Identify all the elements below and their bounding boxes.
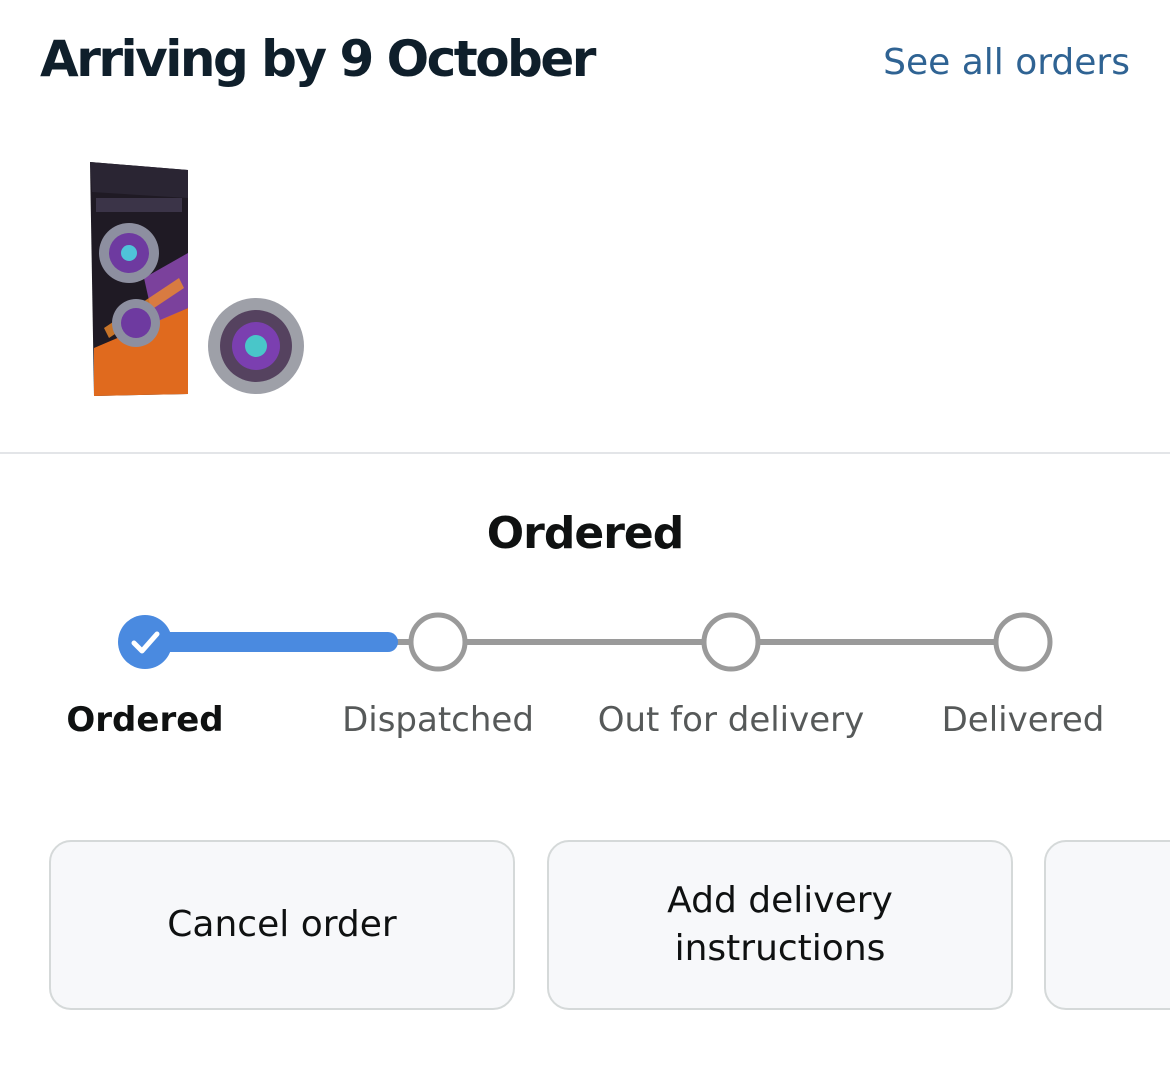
step-marker-delivered	[993, 612, 1053, 672]
page-title: Arriving by 9 October	[40, 30, 596, 88]
step-label-delivered: Delivered	[941, 700, 1105, 740]
cancel-order-label: Cancel order	[167, 904, 397, 945]
add-delivery-instructions-button[interactable]: Add delivery instructions	[547, 840, 1013, 1010]
delivery-progress-tracker	[118, 612, 1053, 672]
step-marker-dispatched	[408, 612, 468, 672]
more-actions-button[interactable]	[1044, 840, 1170, 1010]
add-delivery-instructions-label: Add delivery instructions	[667, 880, 893, 969]
step-marker-ordered	[118, 615, 172, 669]
step-label-dispatched: Dispatched	[342, 700, 534, 740]
order-tracking-page: Arriving by 9 October See all orders Ord…	[0, 0, 1170, 1065]
cancel-order-button[interactable]: Cancel order	[49, 840, 515, 1010]
step-label-out-for-delivery: Out for delivery	[597, 700, 865, 740]
see-all-orders-link[interactable]: See all orders	[883, 42, 1130, 83]
step-marker-out-for-delivery	[701, 612, 761, 672]
status-heading: Ordered	[486, 508, 684, 559]
step-label-ordered: Ordered	[66, 700, 224, 740]
section-divider	[0, 452, 1170, 454]
product-image[interactable]	[84, 158, 314, 403]
